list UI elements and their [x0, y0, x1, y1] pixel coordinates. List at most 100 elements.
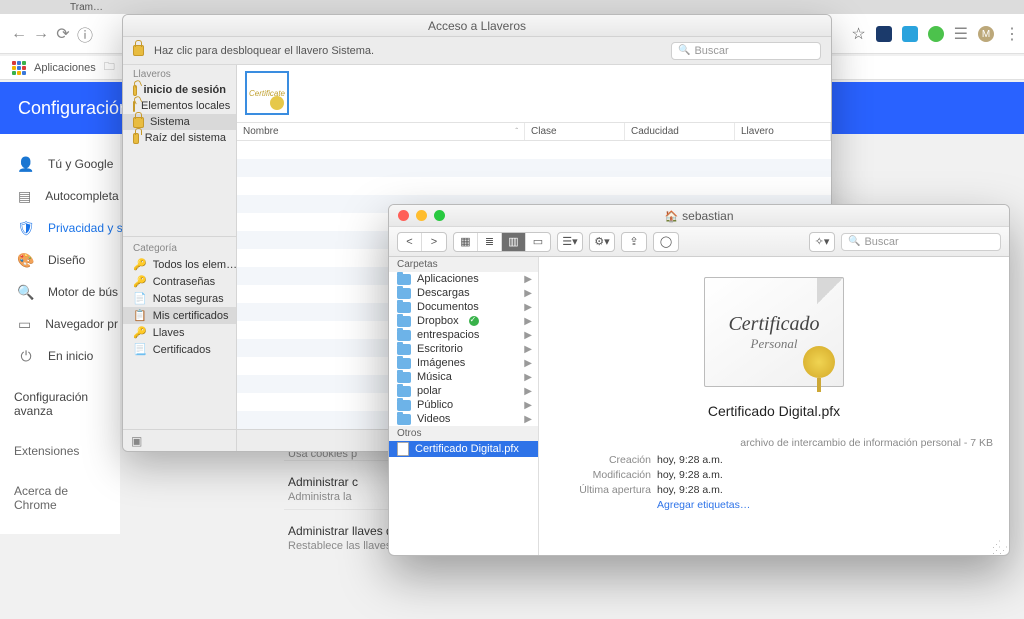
- sidebar-about[interactable]: Acerca de Chrome: [0, 466, 120, 520]
- note-icon: 📄: [133, 292, 147, 305]
- folder-item[interactable]: Documentos▶: [389, 300, 538, 314]
- zoom-button[interactable]: [434, 210, 445, 221]
- bookmark-folder-icon[interactable]: 🗀: [104, 58, 115, 77]
- item-label: Todos los elem…: [153, 259, 237, 271]
- item-label: Elementos locales: [141, 100, 230, 112]
- folder-item[interactable]: Dropbox▶: [389, 314, 538, 328]
- profile-avatar[interactable]: M: [978, 26, 994, 42]
- folder-icon: [397, 288, 411, 299]
- category-item-keys[interactable]: 🔑Llaves: [123, 324, 236, 341]
- unlock-icon: [133, 85, 137, 96]
- chevron-right-icon: ▶: [524, 400, 532, 411]
- minimize-button[interactable]: [416, 210, 427, 221]
- sidebar-item-default-browser[interactable]: ▭Navegador pr: [0, 308, 120, 340]
- category-item-mycerts[interactable]: 📋Mis certificados: [123, 307, 236, 324]
- folder-icon: [397, 274, 411, 285]
- back-button[interactable]: <: [398, 233, 422, 251]
- sidebar-item-autofill[interactable]: ▤Autocompleta: [0, 180, 120, 212]
- extension-icon[interactable]: [876, 26, 892, 42]
- folder-icon: [397, 358, 411, 369]
- item-label: Sistema: [150, 116, 190, 128]
- item-label: Raíz del sistema: [145, 132, 226, 144]
- folder-icon: [397, 330, 411, 341]
- image-icon[interactable]: ▣: [131, 434, 142, 448]
- folder-item[interactable]: Escritorio▶: [389, 342, 538, 356]
- sidebar-item-appearance[interactable]: 🎨Diseño: [0, 244, 120, 276]
- settings-title: Configuración: [18, 98, 129, 119]
- autofill-icon: ▤: [18, 188, 31, 204]
- folder-item[interactable]: entrespacios▶: [389, 328, 538, 342]
- folder-item[interactable]: Videos▶: [389, 412, 538, 426]
- share-button[interactable]: ⇪: [622, 233, 646, 251]
- action-button[interactable]: ⚙▾: [590, 233, 614, 251]
- finder-titlebar[interactable]: sebastian: [389, 205, 1009, 227]
- sidebar-item-search-engine[interactable]: 🔍Motor de bús: [0, 276, 120, 308]
- browser-tab[interactable]: Tram…: [70, 2, 103, 13]
- col-caducidad[interactable]: Caducidad: [625, 123, 735, 140]
- category-item-notes[interactable]: 📄Notas seguras: [123, 290, 236, 307]
- lock-icon: [133, 133, 139, 144]
- person-icon: 👤: [18, 156, 34, 172]
- add-tags-link[interactable]: Agregar etiquetas…: [657, 498, 750, 513]
- reload-icon[interactable]: ⟳: [52, 24, 74, 44]
- sidebar-extensions[interactable]: Extensiones: [0, 426, 120, 466]
- dropbox-button[interactable]: ✧▾: [810, 233, 834, 251]
- file-item-selected[interactable]: Certificado Digital.pfx: [389, 441, 538, 457]
- resize-grip[interactable]: ⋰⋰⋰: [992, 541, 1006, 553]
- view-column-button[interactable]: ▥: [502, 233, 526, 251]
- folder-item[interactable]: Música▶: [389, 370, 538, 384]
- keychain-item-login[interactable]: inicio de sesión: [123, 82, 236, 98]
- item-label: Contraseñas: [153, 276, 215, 288]
- sidebar-item-onstartup[interactable]: ⏻En inicio: [0, 340, 120, 372]
- keychain-titlebar[interactable]: Acceso a Llaveros: [123, 15, 831, 37]
- folder-label: Escritorio: [417, 343, 463, 355]
- sync-check-icon: [469, 316, 479, 326]
- forward-button[interactable]: >: [422, 233, 446, 251]
- finder-column-1[interactable]: Carpetas Aplicaciones▶Descargas▶Document…: [389, 257, 539, 555]
- keychain-item-systemroot[interactable]: Raíz del sistema: [123, 130, 236, 146]
- folder-icon: [397, 302, 411, 313]
- menu-icon[interactable]: ⋮: [1004, 24, 1020, 44]
- unlock-icon: [133, 101, 135, 112]
- folder-item[interactable]: Descargas▶: [389, 286, 538, 300]
- back-icon[interactable]: ←: [8, 25, 30, 43]
- folder-item[interactable]: Público▶: [389, 398, 538, 412]
- folder-item[interactable]: Imágenes▶: [389, 356, 538, 370]
- view-list-button[interactable]: ≣: [478, 233, 502, 251]
- bookmarks-apps-label[interactable]: Aplicaciones: [34, 62, 96, 74]
- sidebar-advanced[interactable]: Configuración avanza: [0, 372, 120, 426]
- sidebar-item-you-and-google[interactable]: 👤Tú y Google: [0, 148, 120, 180]
- preview-filename: Certificado Digital.pfx: [708, 403, 840, 419]
- col-clase[interactable]: Clase: [525, 123, 625, 140]
- cert-thumbnail[interactable]: Certificate: [245, 71, 289, 115]
- browser-icon: ▭: [18, 316, 31, 332]
- bookmark-star-icon[interactable]: ☆: [851, 24, 865, 44]
- col-nombre[interactable]: Nombreˆ: [237, 123, 525, 140]
- extension-icon[interactable]: [928, 26, 944, 42]
- apps-icon[interactable]: [12, 61, 26, 75]
- extension-icon[interactable]: [902, 26, 918, 42]
- category-item-all[interactable]: 🔑Todos los elem…: [123, 256, 236, 273]
- arrange-button[interactable]: ☰▾: [558, 233, 582, 251]
- keychain-search[interactable]: Buscar: [671, 42, 821, 60]
- folder-item[interactable]: Aplicaciones▶: [389, 272, 538, 286]
- tags-button[interactable]: ◯: [654, 233, 678, 251]
- info-icon[interactable]: ⓘ: [74, 22, 96, 46]
- category-item-certs[interactable]: 📃Certificados: [123, 341, 236, 358]
- reading-list-icon[interactable]: ☰: [954, 24, 968, 44]
- view-icon-button[interactable]: ▦: [454, 233, 478, 251]
- forward-icon[interactable]: →: [30, 25, 52, 43]
- sidebar-label: Diseño: [48, 253, 85, 267]
- view-gallery-button[interactable]: ▭: [526, 233, 550, 251]
- folder-item[interactable]: polar▶: [389, 384, 538, 398]
- thumb-text: Certificate: [249, 89, 285, 98]
- col-llavero[interactable]: Llavero: [735, 123, 831, 140]
- folder-label: polar: [417, 385, 441, 397]
- sidebar-label: En inicio: [48, 349, 93, 363]
- sidebar-item-privacy[interactable]: 🛡Privacidad y s: [0, 212, 120, 244]
- lock-icon[interactable]: [133, 45, 144, 56]
- finder-search[interactable]: Buscar: [841, 233, 1001, 251]
- close-button[interactable]: [398, 210, 409, 221]
- category-item-passwords[interactable]: 🔑Contraseñas: [123, 273, 236, 290]
- extension-tray: ☆ ☰ M ⋮: [851, 24, 1020, 44]
